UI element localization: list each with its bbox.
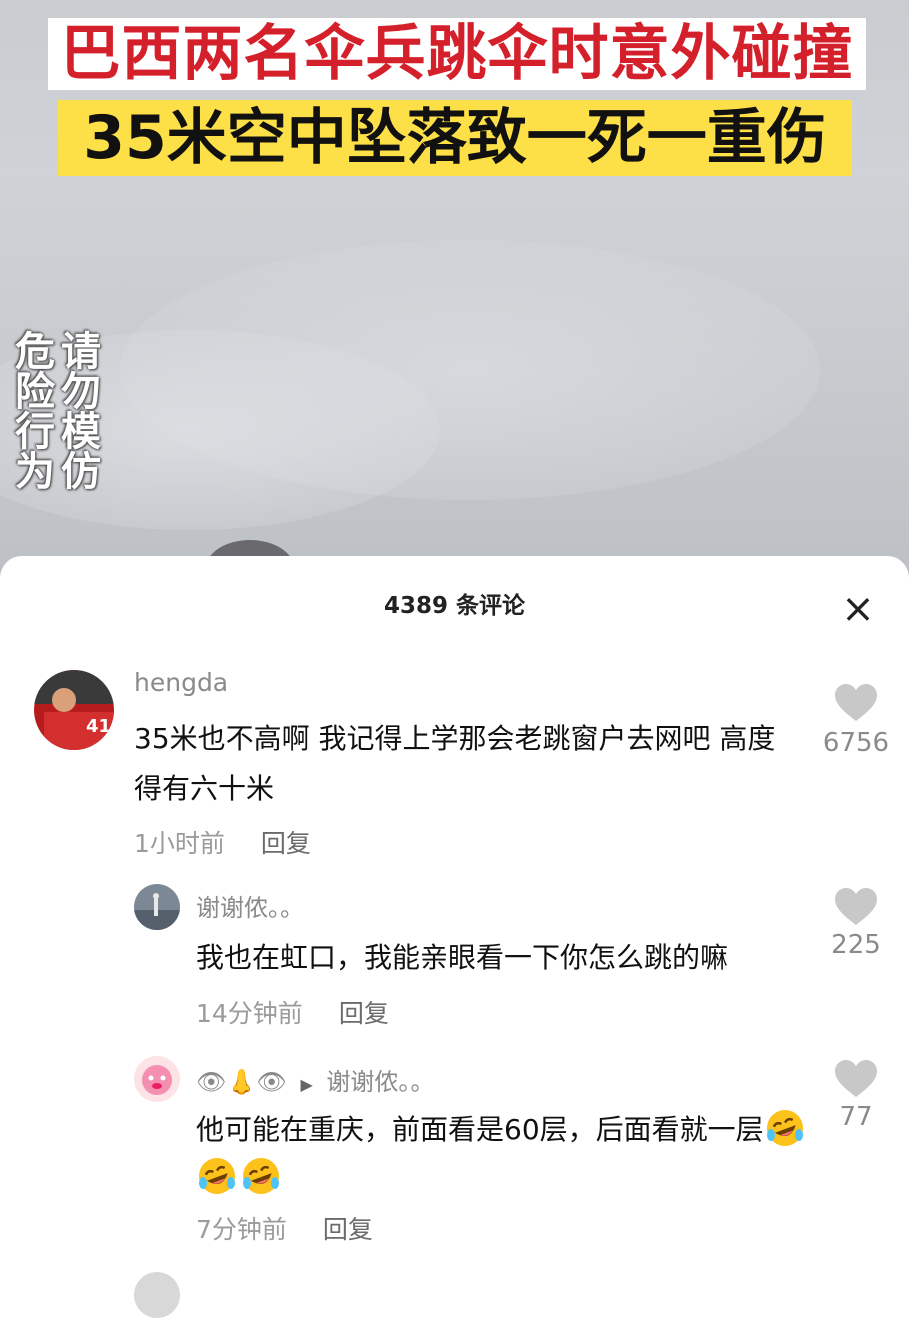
rofl-emoji (243, 1158, 279, 1194)
comment-time: 1小时前 (134, 829, 225, 858)
comment-username[interactable]: 👁👃👁 (196, 1068, 287, 1096)
comment-text: 他可能在重庆，前面看是60层，后面看就一层 (196, 1113, 764, 1146)
heart-icon (835, 684, 877, 721)
comment-time: 7分钟前 (196, 1215, 287, 1244)
warning-text-right: 请勿模仿 (54, 330, 100, 490)
reply-to-username[interactable]: 谢谢侬。。 (326, 1068, 434, 1096)
comment-username-row: 👁👃👁 ▶ 谢谢侬。。 (196, 1062, 434, 1097)
video-headline-line2: 35米空中坠落致一死一重伤 (58, 100, 852, 176)
like-button[interactable]: 225 (816, 888, 896, 960)
warning-text-left: 危险行为 (8, 330, 54, 490)
comment-text-block: 他可能在重庆，前面看是60层，后面看就一层 (196, 1106, 816, 1202)
comment-username[interactable]: 谢谢侬。。 (196, 888, 304, 923)
heart-icon (835, 1060, 877, 1097)
avatar[interactable]: 41 (34, 670, 114, 750)
video-headline-line1: 巴西两名伞兵跳伞时意外碰撞 (48, 18, 866, 90)
reply-button[interactable]: 回复 (261, 829, 311, 858)
comment-meta: 7分钟前 回复 (196, 1210, 373, 1246)
rofl-emoji (766, 1110, 803, 1146)
close-icon[interactable]: × (841, 589, 875, 629)
comment-time: 14分钟前 (196, 999, 303, 1028)
comments-panel: 4389 条评论 × 41 hengda 35米也不高啊 我记得上学那会老跳窗户… (0, 556, 909, 1318)
reply-button[interactable]: 回复 (339, 999, 389, 1028)
comment-meta: 14分钟前 回复 (196, 994, 389, 1030)
avatar[interactable] (134, 1056, 180, 1102)
heart-icon (835, 888, 877, 925)
svg-text:41: 41 (86, 716, 111, 737)
rofl-emoji (199, 1158, 235, 1194)
comment-text: 我也在虹口，我能亲眼看一下你怎么跳的嘛 (196, 941, 729, 974)
comment-username[interactable]: hengda (134, 668, 228, 697)
reply-button[interactable]: 回复 (323, 1215, 373, 1244)
avatar[interactable] (134, 884, 180, 930)
avatar[interactable] (134, 1272, 180, 1318)
like-count: 225 (831, 930, 881, 960)
reply-arrow-icon: ▶ (300, 1075, 313, 1094)
video-player[interactable]: 巴西两名伞兵跳伞时意外碰撞 35米空中坠落致一死一重伤 请勿模仿 危险行为 (0, 0, 909, 580)
like-button[interactable]: 77 (816, 1060, 896, 1132)
comment-meta: 1小时前 回复 (134, 824, 311, 860)
comments-count-title: 4389 条评论 (383, 593, 526, 619)
like-count: 77 (839, 1102, 873, 1132)
like-count: 6756 (822, 728, 890, 758)
comment-text: 35米也不高啊 我记得上学那会老跳窗户去网吧 高度得有六十米 (134, 722, 776, 805)
like-button[interactable]: 6756 (816, 684, 896, 758)
